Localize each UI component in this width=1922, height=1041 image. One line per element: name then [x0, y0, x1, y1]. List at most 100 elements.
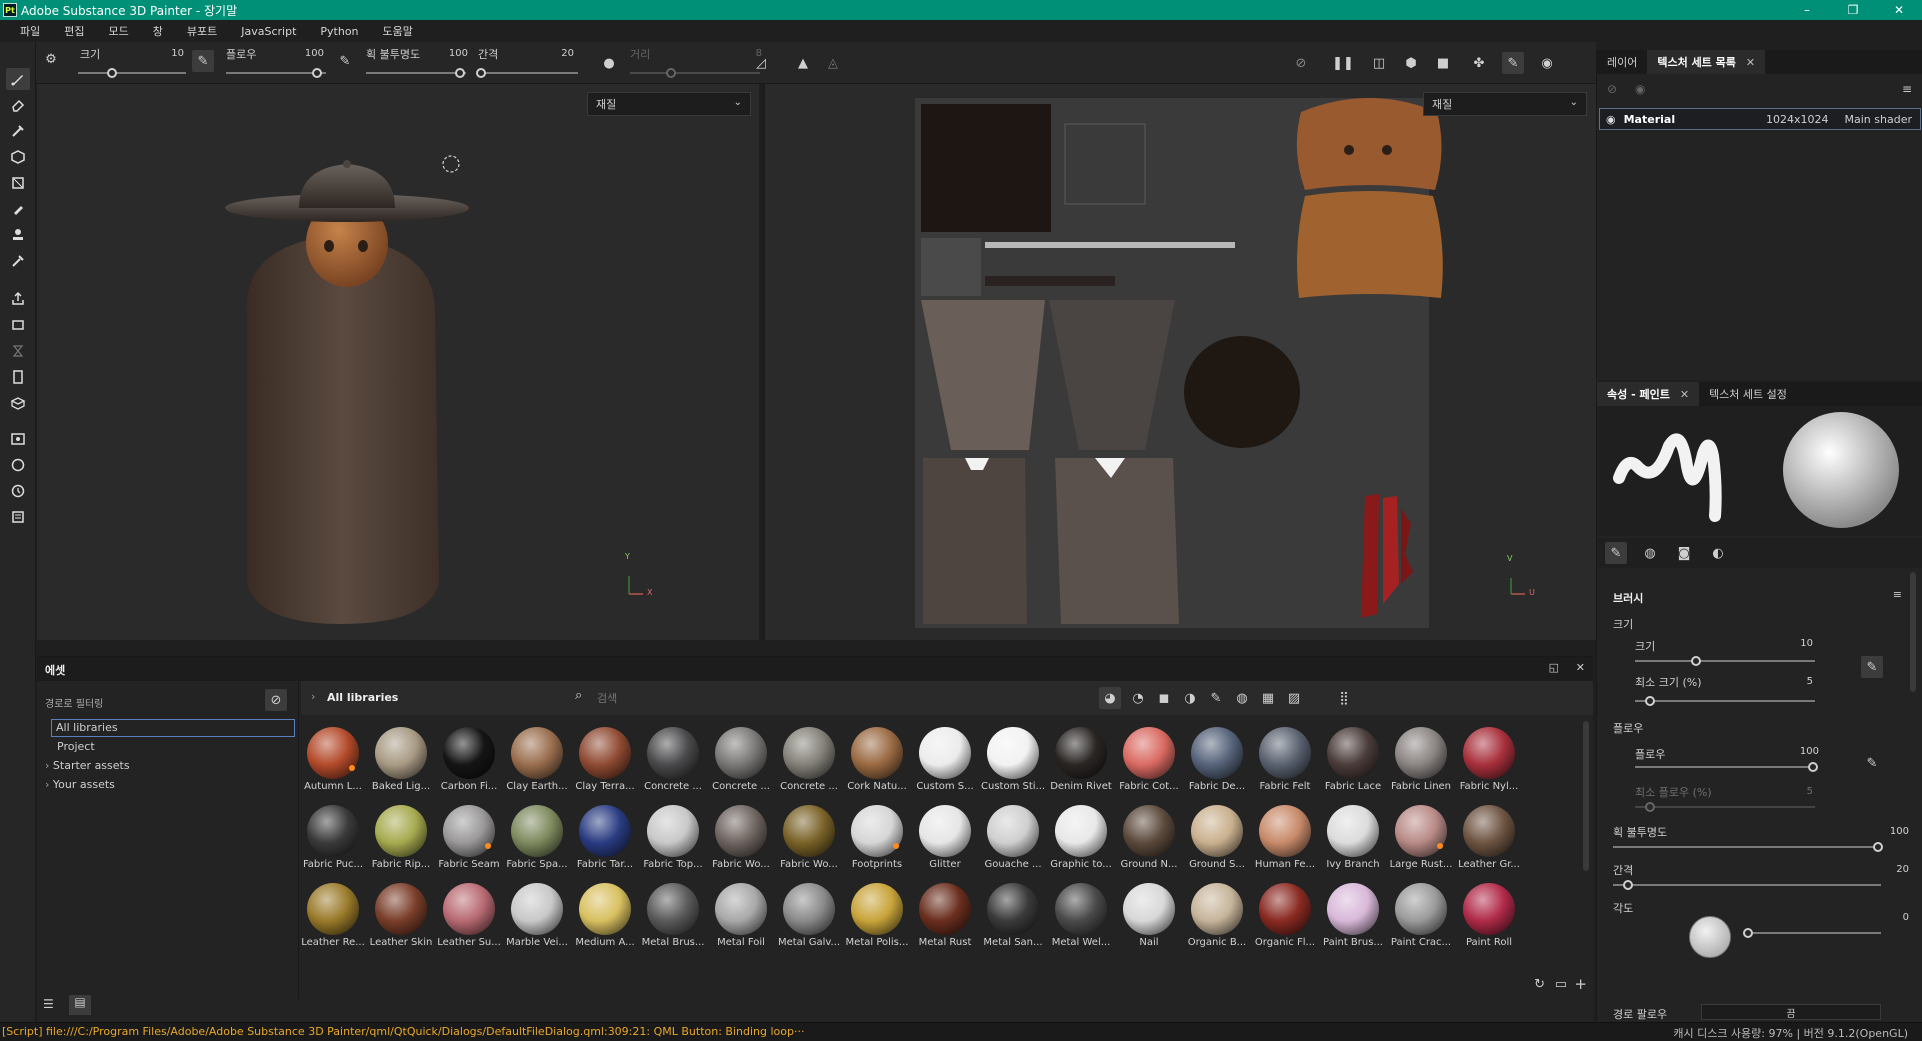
tab-texture-set-settings[interactable]: 텍스처 세트 설정	[1699, 382, 1797, 406]
filter-grid-icon[interactable]: ▦	[1257, 687, 1279, 709]
menu-javascript[interactable]: JavaScript	[229, 25, 308, 38]
asset-tile[interactable]: Leather Su...	[437, 877, 501, 953]
chevron-right-icon[interactable]: ›	[45, 759, 49, 772]
asset-tile[interactable]: Leather Skin	[369, 877, 433, 953]
assets-breadcrumb[interactable]: All libraries	[327, 691, 398, 704]
angle-slider-track[interactable]	[1743, 932, 1881, 934]
chevron-right-icon[interactable]: ›	[45, 778, 49, 791]
geometry-fill-tool-icon[interactable]	[6, 146, 30, 168]
asset-tile[interactable]: Metal Polis...	[845, 877, 909, 953]
asset-tile[interactable]: Autumn L...	[301, 721, 365, 797]
follow-path-select[interactable]: 끔	[1701, 1004, 1881, 1020]
bake-icon[interactable]	[6, 314, 30, 336]
angle-slider-knob[interactable]	[1743, 928, 1753, 938]
asset-tile[interactable]: Metal Galv...	[777, 877, 841, 953]
chevron-right-icon[interactable]: ›	[311, 690, 315, 703]
asset-tile[interactable]: Custom S...	[913, 721, 977, 797]
asset-tile[interactable]: Fabric Wo...	[709, 799, 773, 875]
menu-help[interactable]: 도움말	[371, 23, 425, 39]
close-button[interactable]: ✕	[1876, 0, 1922, 20]
asset-tile[interactable]: Ivy Branch	[1321, 799, 1385, 875]
asset-tile[interactable]: Concrete ...	[709, 721, 773, 797]
undock-icon[interactable]: ◱	[1549, 661, 1559, 674]
asset-tile[interactable]: Nail	[1117, 877, 1181, 953]
stroke-opacity-value[interactable]: 100	[1879, 826, 1909, 837]
tree-item-your-assets[interactable]: › Your assets	[45, 777, 115, 793]
spacing-value[interactable]: 20	[1879, 864, 1909, 875]
asset-tile[interactable]: Fabric Wo...	[777, 799, 841, 875]
asset-tile[interactable]: Concrete ...	[641, 721, 705, 797]
menu-viewport[interactable]: 뷰포트	[175, 23, 229, 39]
texture-set-row[interactable]: ◉ Material 1024x1024 Main shader	[1599, 108, 1921, 130]
asset-tile[interactable]: Clay Terra...	[573, 721, 637, 797]
flow-slider-track[interactable]	[226, 72, 326, 74]
hourglass-icon[interactable]	[6, 340, 30, 362]
size-slider-track[interactable]	[78, 72, 186, 74]
export-icon[interactable]	[6, 288, 30, 310]
min-size-slider-knob[interactable]	[1645, 696, 1655, 706]
close-icon[interactable]: ✕	[1680, 388, 1689, 401]
polygon-fill-tool-icon[interactable]	[6, 172, 30, 194]
asset-tile[interactable]: Cork Natu...	[845, 721, 909, 797]
asset-tile[interactable]: Graphic to...	[1049, 799, 1113, 875]
particles-icon[interactable]: ✤	[1468, 52, 1490, 74]
filter-materials-icon[interactable]: ◕	[1099, 687, 1121, 709]
asset-tile[interactable]: Carbon Fi...	[437, 721, 501, 797]
opacity-slider-track[interactable]	[366, 72, 466, 74]
tab-properties-paint[interactable]: 속성 - 페인트 ✕	[1597, 382, 1700, 406]
viewport2d-material-select[interactable]: 재질 ⌄	[1423, 92, 1587, 116]
paint-mode-icon[interactable]: ✎	[1502, 52, 1524, 74]
flow-value[interactable]: 100	[294, 48, 324, 59]
asset-tile[interactable]: Ground N...	[1117, 799, 1181, 875]
asset-tile[interactable]: Organic B...	[1185, 877, 1249, 953]
brush-size-value[interactable]: 10	[1783, 638, 1813, 649]
symmetry-icon[interactable]: ▲	[792, 52, 814, 74]
viewport3d-material-select[interactable]: 재질 ⌄	[587, 92, 751, 116]
size-value[interactable]: 10	[154, 48, 184, 59]
asset-tile[interactable]: Medium A...	[573, 877, 637, 953]
min-size-slider-track[interactable]	[1635, 700, 1815, 702]
brush-tab-icon[interactable]: ✎	[1605, 542, 1627, 564]
asset-tile[interactable]: Metal San...	[981, 877, 1045, 953]
camera-icon[interactable]: ■	[1432, 52, 1454, 74]
asset-tile[interactable]: Fabric Puc...	[301, 799, 365, 875]
angle-value[interactable]: 0	[1879, 912, 1909, 923]
asset-tile[interactable]: Gouache ...	[981, 799, 1045, 875]
asset-tile[interactable]: Fabric Lace	[1321, 721, 1385, 797]
document-icon[interactable]	[6, 366, 30, 388]
asset-tile[interactable]: Denim Rivet	[1049, 721, 1113, 797]
log-icon[interactable]	[6, 506, 30, 528]
asset-tile[interactable]: Human Fe...	[1253, 799, 1317, 875]
asset-tile[interactable]: Fabric Linen	[1389, 721, 1453, 797]
lazy-mouse-icon[interactable]: ●	[598, 52, 620, 74]
filter-filters-icon[interactable]: ◑	[1179, 687, 1201, 709]
detail-view-icon[interactable]: ▤	[69, 995, 91, 1015]
menu-edit[interactable]: 편집	[52, 23, 96, 39]
add-icon[interactable]: +	[1574, 975, 1587, 993]
asset-tile[interactable]: Leather Gr...	[1457, 799, 1521, 875]
opacity-slider-knob[interactable]	[455, 68, 465, 78]
asset-tile[interactable]: Metal Foil	[709, 877, 773, 953]
paint-brush-tool-icon[interactable]	[6, 68, 30, 90]
close-icon[interactable]: ✕	[1576, 661, 1585, 674]
projection-tool-icon[interactable]	[6, 120, 30, 142]
asset-tile[interactable]: Metal Brus...	[641, 877, 705, 953]
filter-environments-icon[interactable]: ▨	[1283, 687, 1305, 709]
brush-flow-value[interactable]: 100	[1789, 746, 1819, 757]
asset-tile[interactable]: Organic Fl...	[1253, 877, 1317, 953]
asset-tile[interactable]: Paint Crac...	[1389, 877, 1453, 953]
asset-tile[interactable]: Fabric Spa...	[505, 799, 569, 875]
asset-tile[interactable]: Marble Vei...	[505, 877, 569, 953]
smudge-tool-icon[interactable]	[6, 198, 30, 220]
asset-tile[interactable]: Glitter	[913, 799, 977, 875]
view-mode-grid-icon[interactable]: ⣿	[1333, 687, 1355, 709]
symmetry-off-icon[interactable]: ◬	[822, 52, 844, 74]
asset-tile[interactable]: Leather Re...	[301, 877, 365, 953]
tree-item-starter-assets[interactable]: › Starter assets	[45, 758, 130, 774]
brush-flow-slider-track[interactable]	[1635, 766, 1815, 768]
refresh-icon[interactable]: ↻	[1534, 977, 1545, 992]
asset-tile[interactable]: Fabric Cot...	[1117, 721, 1181, 797]
brush-menu-icon[interactable]: ≡	[1893, 588, 1902, 601]
tree-item-all-libraries[interactable]: All libraries	[51, 719, 295, 737]
display-settings-icon[interactable]	[6, 428, 30, 450]
